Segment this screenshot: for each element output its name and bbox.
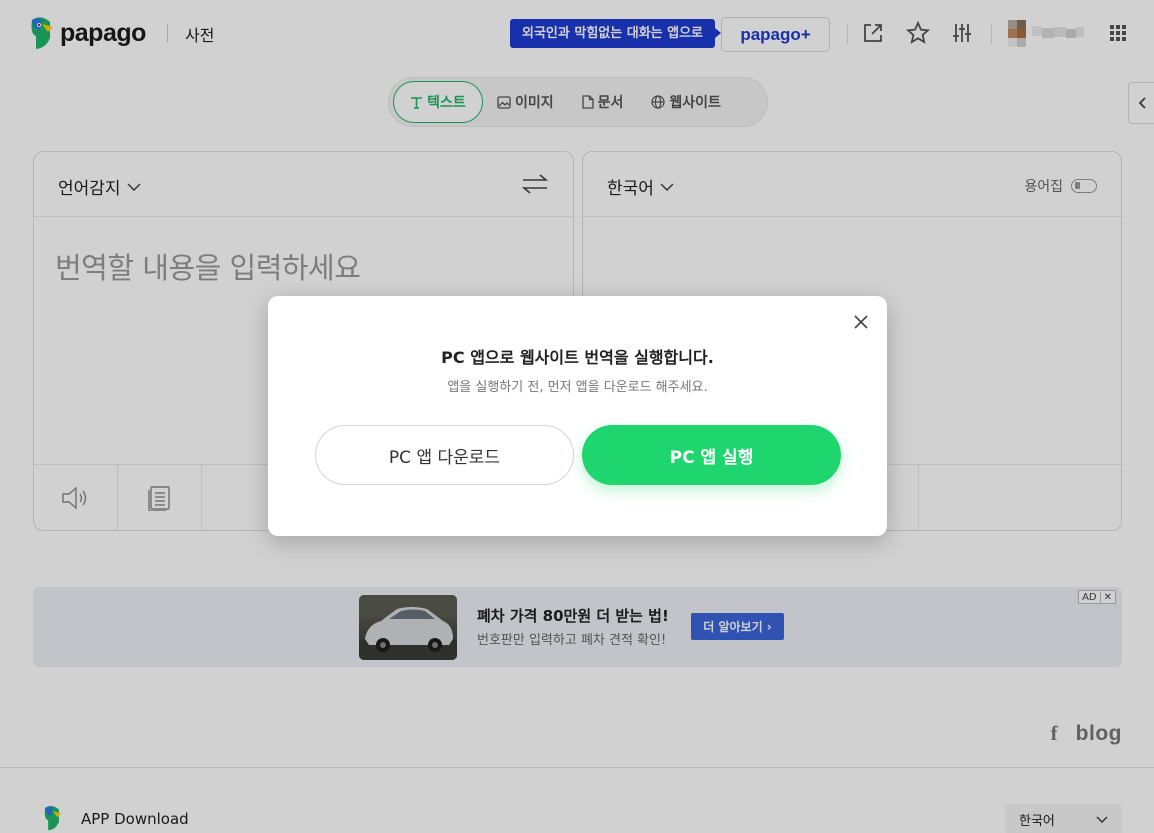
modal-title: PC 앱으로 웹사이트 번역을 실행합니다. [441, 348, 714, 367]
close-icon[interactable] [849, 310, 873, 334]
modal-subtitle: 앱을 실행하기 전, 먼저 앱을 다운로드 해주세요. [447, 380, 708, 395]
pc-app-run-button[interactable]: PC 앱 실행 [582, 425, 841, 485]
pc-app-download-button[interactable]: PC 앱 다운로드 [315, 425, 574, 485]
pc-app-modal: PC 앱으로 웹사이트 번역을 실행합니다. 앱을 실행하기 전, 먼저 앱을 … [268, 296, 887, 536]
